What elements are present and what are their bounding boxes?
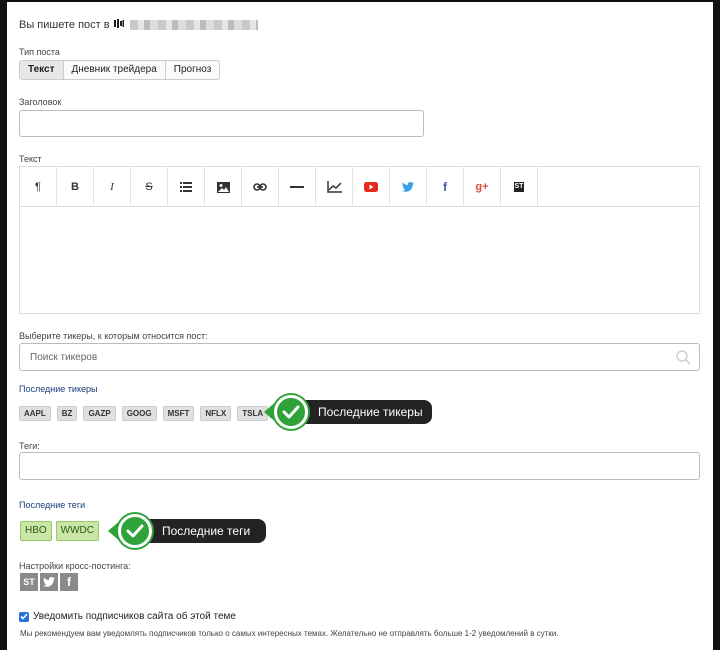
ticker-chip[interactable]: NFLX [200, 406, 232, 421]
posting-to-header: Вы пишете пост в [19, 19, 258, 31]
facebook-glyph: f [443, 180, 447, 194]
ticker-search-input[interactable]: Поиск тикеров [19, 343, 700, 371]
italic-glyph: I [110, 181, 114, 193]
recent-tags-callout: Последние теги [108, 514, 266, 548]
recent-tickers-list: AAPL BZ GAZP GOOG MSFT NFLX TSLA [19, 406, 269, 421]
crosspost-services: ST f [20, 573, 80, 591]
gplus-glyph: g+ [475, 181, 489, 193]
ticker-chip[interactable]: GAZP [83, 406, 116, 421]
tag-chip[interactable]: HBO [20, 521, 52, 541]
checkmark-icon [274, 395, 308, 429]
posting-to-text: Вы пишете пост в [19, 19, 110, 31]
tags-input[interactable] [19, 452, 700, 480]
facebook-crosspost-icon[interactable]: f [60, 573, 78, 591]
post-type-label: Тип поста [19, 47, 60, 57]
stocktwits-icon[interactable]: ST [501, 167, 538, 207]
editor-toolbar: ¶ B I S f g+ ST [20, 167, 699, 207]
post-type-text-button[interactable]: Текст [19, 60, 64, 80]
post-type-diary-button[interactable]: Дневник трейдера [62, 60, 166, 80]
text-label: Текст [19, 154, 42, 164]
twitter-icon[interactable] [390, 167, 427, 207]
stocktwits-glyph: ST [513, 182, 525, 192]
twitter-crosspost-icon[interactable] [40, 573, 58, 591]
paragraph-icon[interactable]: ¶ [20, 167, 57, 207]
list-icon[interactable] [168, 167, 205, 207]
post-editor-panel: Вы пишете пост в Тип поста Текст Дневник… [7, 2, 713, 650]
recent-tickers-callout-text: Последние тикеры [304, 400, 432, 424]
google-plus-icon[interactable]: g+ [464, 167, 501, 207]
ticker-chip[interactable]: BZ [56, 406, 78, 421]
blurred-blog-name [129, 20, 258, 30]
tags-label: Теги: [19, 441, 40, 451]
ticker-search-placeholder: Поиск тикеров [30, 352, 98, 363]
post-type-selector: Текст Дневник трейдера Прогноз [19, 60, 221, 80]
recent-tickers-callout: Последние тикеры [264, 395, 432, 429]
title-label: Заголовок [19, 97, 62, 107]
paragraph-glyph: ¶ [35, 181, 41, 193]
recent-tags-label: Последние теги [19, 500, 86, 510]
ticker-chip[interactable]: GOOG [121, 406, 157, 421]
text-editor: ¶ B I S f g+ ST [19, 166, 700, 314]
recent-tickers-label: Последние тикеры [19, 384, 98, 394]
notify-checkbox[interactable] [19, 611, 29, 622]
bold-icon[interactable]: B [57, 167, 94, 207]
recent-tags-callout-text: Последние теги [148, 519, 266, 543]
strikethrough-icon[interactable]: S [131, 167, 168, 207]
ticker-chip[interactable]: MSFT [162, 406, 195, 421]
title-input[interactable] [19, 110, 424, 137]
hr-icon[interactable] [279, 167, 316, 207]
strike-glyph: S [145, 181, 153, 193]
recent-tags-list: HBO WWDC [20, 521, 99, 541]
link-icon[interactable] [242, 167, 279, 207]
tickers-label: Выберите тикеры, к которым относится пос… [19, 331, 208, 341]
crosspost-label: Настройки кросс-постинга: [19, 561, 131, 571]
search-icon [676, 350, 691, 370]
tag-chip[interactable]: WWDC [55, 521, 99, 541]
ticker-chip[interactable]: AAPL [19, 406, 51, 421]
image-icon[interactable] [205, 167, 242, 207]
italic-icon[interactable]: I [94, 167, 131, 207]
notify-row: Уведомить подписчиков сайта об этой теме [19, 611, 236, 622]
bars-icon [113, 19, 124, 31]
stocktwits-crosspost-icon[interactable]: ST [20, 573, 38, 591]
bold-glyph: B [71, 181, 79, 193]
notify-label[interactable]: Уведомить подписчиков сайта об этой теме [33, 611, 236, 622]
notify-hint: Мы рекомендуем вам уведомлять подписчико… [20, 629, 559, 638]
checkmark-icon [118, 514, 152, 548]
editor-body[interactable] [20, 207, 699, 313]
facebook-icon[interactable]: f [427, 167, 464, 207]
post-type-forecast-button[interactable]: Прогноз [164, 60, 221, 80]
chart-icon[interactable] [316, 167, 353, 207]
youtube-icon[interactable] [353, 167, 390, 207]
